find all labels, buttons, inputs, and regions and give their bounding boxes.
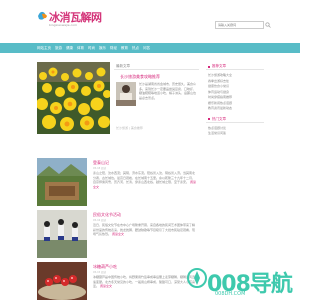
article-date: 05-18 阅读	[93, 167, 107, 170]
nav-item-qa[interactable]: 问答	[143, 46, 150, 51]
logo-mark-icon	[38, 11, 47, 20]
site-logo[interactable]: 冰消瓦解网 bingxiaowajie.com	[37, 8, 102, 32]
search-icon[interactable]	[265, 22, 271, 28]
sidebar-heading-label: 推荐文章	[212, 64, 226, 68]
watermark-logo: 008导航 008DH.COM	[185, 262, 300, 300]
nav-item-hot[interactable]: 热点	[132, 46, 139, 51]
article-thumbnail[interactable]	[37, 210, 87, 258]
logo-subtitle: bingxiaowajie.com	[49, 23, 77, 27]
sidebar-link[interactable]: 教育资讯最新动态	[208, 106, 264, 112]
sidebar-list-hot: 热点话题讨论 生活常识问答	[206, 123, 264, 137]
nav-item-fashion[interactable]: 时尚	[88, 46, 95, 51]
article-date: 05-15 阅读	[93, 271, 107, 274]
article-date: 05-16 阅读	[93, 219, 107, 222]
read-more-link[interactable]: 阅读全文	[100, 284, 112, 288]
feature-heading: 最新文章	[114, 62, 199, 70]
bullet-icon	[208, 118, 210, 120]
sidebar-heading-hot: 热门文章	[206, 115, 264, 123]
article-summary-text: 近日，民俗文化节在市中心广场隆重开幕，来自各地的民间艺术团体带来了精彩纷呈的传统…	[93, 223, 196, 236]
nav-item-finance[interactable]: 财经	[110, 46, 117, 51]
sidebar-heading-recommend: 推荐文章	[206, 62, 264, 70]
feature-panel: 最新文章 长沙旅游美食攻略推荐 长沙是湖南省省会城市，历史悠久，美食众多。来到长…	[114, 62, 199, 137]
nav-item-sports[interactable]: 体育	[77, 46, 84, 51]
nav-item-travel[interactable]: 旅游	[55, 46, 62, 51]
article-summary-text: 泰山之阳，汶水西流；其阴，济水东流。阳谷皆入汶，阴谷皆入济。当其南北分者，古长城…	[93, 171, 196, 184]
sidebar-heading-label: 热门文章	[212, 116, 226, 121]
nav-item-health[interactable]: 健康	[66, 46, 73, 51]
feature-tags[interactable]: 长沙旅游 | 美食推荐	[116, 126, 143, 130]
hero-daffodil-image[interactable]	[37, 62, 110, 134]
article-summary: 泰山之阳，汶水西流；其阴，济水东流。阳谷皆入汶，阴谷皆入济。当其南北分者，古长城…	[93, 171, 197, 199]
sidebar-link[interactable]: 生活常识问答	[208, 131, 264, 137]
nav-item-home[interactable]: 网站主页	[37, 46, 51, 51]
read-more-link[interactable]: 阅读全文	[112, 232, 124, 236]
sidebar-list-recommend: 长沙旅游攻略大全 春季出游好去处 健康饮食小常识 体育运动与健身 时尚穿搭指南推…	[206, 70, 264, 112]
nav-item-entertainment[interactable]: 娱乐	[99, 46, 106, 51]
article-item: 登泰山记 05-18 阅读 泰山之阳，汶水西流；其阴，济水东流。阳谷皆入汶，阴谷…	[37, 158, 197, 206]
feature-title[interactable]: 长沙旅游美食攻略推荐	[120, 74, 160, 80]
bullet-icon	[208, 65, 210, 68]
sidebar: 推荐文章 长沙旅游攻略大全 春季出游好去处 健康饮食小常识 体育运动与健身 时尚…	[206, 62, 264, 137]
article-item: 冰糖葫芦小吃 05-15 阅读 冰糖葫芦是中国传统小吃，将野果用竹签串成串后蘸上…	[37, 262, 197, 300]
main-nav: 网站主页 旅游 健康 体育 时尚 娱乐 财经 教育 热点 问答	[0, 43, 300, 53]
article-thumbnail[interactable]	[37, 158, 87, 206]
watermark-url: 008DH.COM	[215, 291, 246, 297]
article-thumbnail[interactable]	[37, 262, 87, 300]
article-summary: 冰糖葫芦是中国传统小吃，将野果用竹签串成串后蘸上麦芽糖稀，糖稀遇风迅速变硬。北方…	[93, 275, 197, 297]
search-input[interactable]	[215, 21, 264, 29]
feature-thumbnail[interactable]	[116, 82, 136, 106]
watermark-compass-icon	[187, 268, 207, 288]
article-summary: 近日，民俗文化节在市中心广场隆重开幕，来自各地的民间艺术团体带来了精彩纷呈的传统…	[93, 223, 197, 251]
feature-text: 长沙是湖南省省会城市，历史悠久，美食众多。来到长沙一定要品尝臭豆腐、口味虾、糖油…	[139, 82, 197, 100]
article-item: 民俗文化节活动 05-16 阅读 近日，民俗文化节在市中心广场隆重开幕，来自各地…	[37, 210, 197, 258]
nav-item-education[interactable]: 教育	[121, 46, 128, 51]
